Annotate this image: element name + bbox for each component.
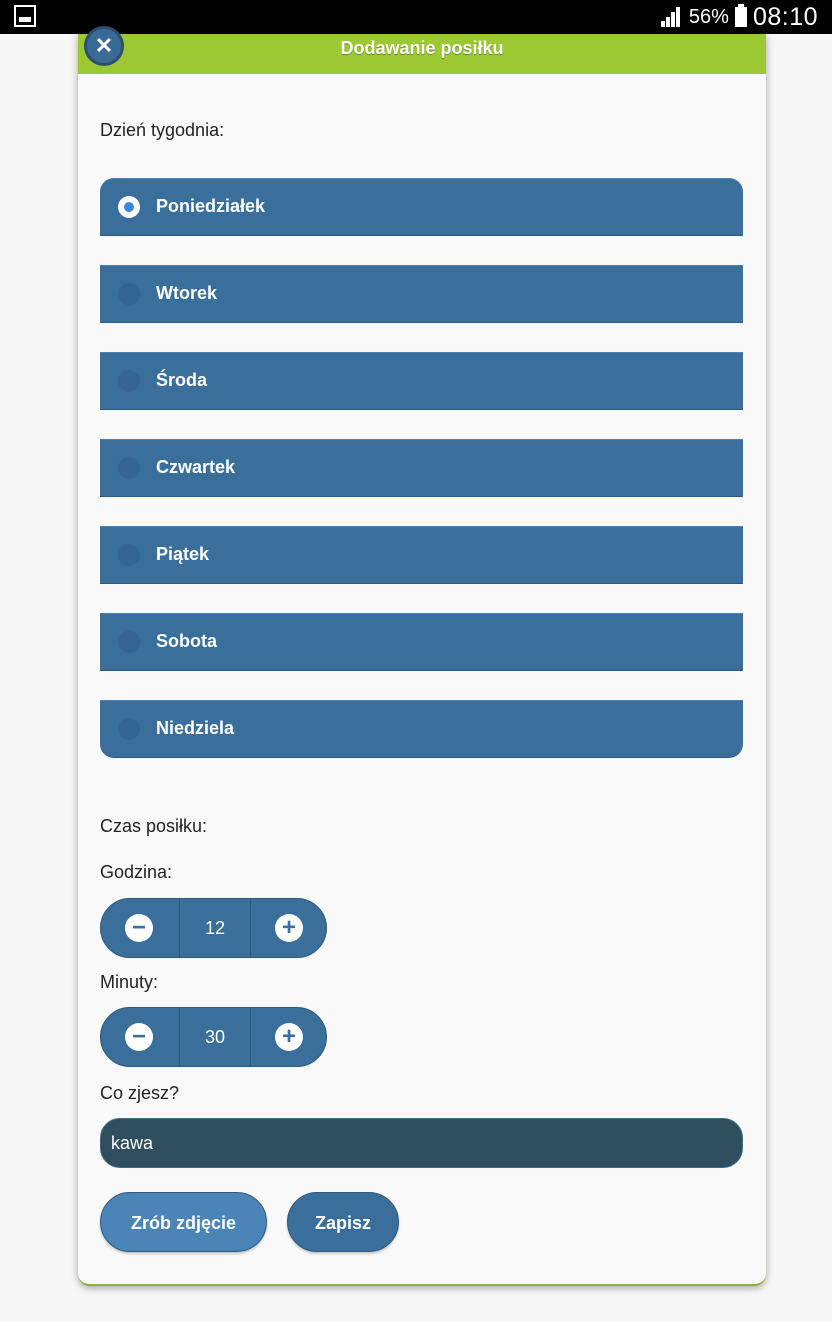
radio-icon bbox=[118, 283, 140, 305]
day-label: Sobota bbox=[156, 631, 217, 651]
hour-label: Godzina: bbox=[100, 862, 173, 882]
radio-icon bbox=[118, 370, 140, 392]
battery-icon bbox=[734, 4, 747, 27]
save-button[interactable]: Zapisz bbox=[287, 1192, 399, 1252]
hour-decrement-button[interactable]: − bbox=[125, 914, 153, 942]
day-option-friday[interactable]: Piątek bbox=[100, 526, 743, 584]
day-option-sunday[interactable]: Niedziela bbox=[100, 700, 743, 758]
signal-icon bbox=[660, 7, 685, 27]
dialog-title: Dodawanie posiłku bbox=[340, 38, 504, 58]
minutes-label: Minuty: bbox=[100, 972, 159, 992]
meal-time-label: Czas posiłku: bbox=[100, 816, 208, 836]
day-label: Wtorek bbox=[156, 283, 218, 303]
minus-icon: − bbox=[131, 1023, 146, 1050]
hour-value[interactable]: 12 bbox=[179, 899, 251, 957]
day-option-tuesday[interactable]: Wtorek bbox=[100, 265, 743, 323]
plus-icon: + bbox=[281, 914, 296, 941]
radio-icon bbox=[118, 631, 140, 653]
day-label: Czwartek bbox=[156, 457, 236, 477]
day-label: Środa bbox=[156, 370, 208, 390]
radio-icon bbox=[118, 457, 140, 479]
add-meal-dialog: ✕ Dodawanie posiłku Dzień tygodnia: Poni… bbox=[78, 26, 766, 1286]
take-photo-button[interactable]: Zrób zdjęcie bbox=[100, 1192, 267, 1252]
clock: 08:10 bbox=[752, 2, 818, 31]
minus-icon: − bbox=[131, 914, 146, 941]
day-label: Poniedziałek bbox=[156, 196, 266, 216]
status-bar: 56% 08:10 bbox=[0, 0, 832, 34]
day-option-saturday[interactable]: Sobota bbox=[100, 613, 743, 671]
plus-icon: + bbox=[281, 1023, 296, 1050]
minutes-stepper: − 30 + bbox=[100, 1007, 327, 1067]
gallery-notification-icon bbox=[14, 5, 36, 27]
day-option-wednesday[interactable]: Środa bbox=[100, 352, 743, 410]
day-option-monday[interactable]: Poniedziałek bbox=[100, 178, 743, 236]
radio-selected-icon bbox=[118, 196, 140, 218]
day-label: Piątek bbox=[156, 544, 210, 564]
hour-increment-button[interactable]: + bbox=[275, 914, 303, 942]
day-of-week-label: Dzień tygodnia: bbox=[100, 120, 225, 140]
dialog-header: ✕ Dodawanie posiłku bbox=[78, 26, 766, 74]
radio-icon bbox=[118, 544, 140, 566]
hour-stepper: − 12 + bbox=[100, 898, 327, 958]
food-input[interactable]: kawa bbox=[100, 1118, 743, 1168]
day-option-thursday[interactable]: Czwartek bbox=[100, 439, 743, 497]
minutes-decrement-button[interactable]: − bbox=[125, 1023, 153, 1051]
minutes-value[interactable]: 30 bbox=[179, 1008, 251, 1066]
day-label: Niedziela bbox=[156, 718, 235, 738]
battery-percent: 56% bbox=[688, 5, 729, 28]
food-label: Co zjesz? bbox=[100, 1083, 180, 1103]
minutes-increment-button[interactable]: + bbox=[275, 1023, 303, 1051]
status-indicators: 56% 08:10 bbox=[660, 2, 818, 32]
radio-icon bbox=[118, 718, 140, 740]
